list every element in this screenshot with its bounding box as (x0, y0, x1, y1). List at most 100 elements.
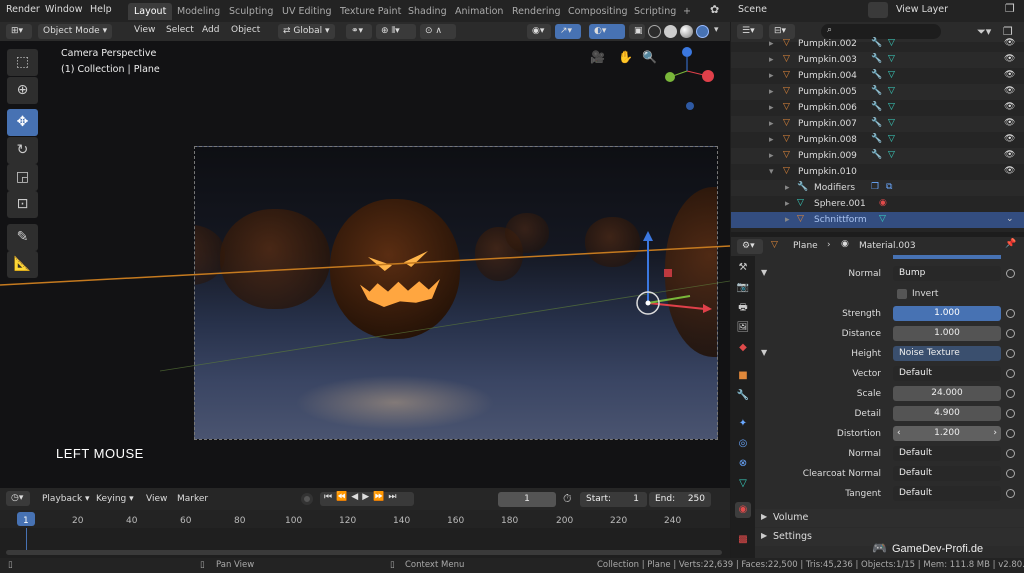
outliner-row-pumpkin-006[interactable]: ▸ ▽ Pumpkin.006 🔧 ▽ 👁 (731, 100, 1024, 116)
tab-uv-editing[interactable]: UV Editing (276, 3, 338, 20)
solid-shading-icon[interactable] (664, 25, 677, 38)
timeline-scrollbar[interactable] (6, 550, 722, 555)
menu-help[interactable]: Help (90, 4, 112, 15)
tab-modeling[interactable]: Modeling (171, 3, 226, 20)
constraints-tab-icon[interactable]: ⊗ (735, 456, 751, 472)
visibility-eye-icon[interactable]: 👁 (1004, 38, 1015, 48)
rotate-tool-icon[interactable]: ↻ (7, 137, 38, 164)
expand-icon[interactable]: ▸ (769, 119, 774, 129)
mesh-data-icon[interactable]: ▽ (888, 102, 895, 112)
socket-dot[interactable] (1006, 309, 1015, 318)
record-icon[interactable] (301, 493, 313, 505)
pin-icon[interactable]: 📌 (1005, 239, 1016, 249)
stopwatch-icon[interactable]: ⏱ (563, 492, 572, 506)
clearcoat-normal-input[interactable]: Default (893, 466, 1001, 481)
expand-icon[interactable]: ▸ (769, 87, 774, 97)
move-tool-icon[interactable]: ✥ (7, 109, 38, 136)
modifier-icon[interactable]: 🔧 (871, 118, 882, 128)
gizmo-y-arrow[interactable] (647, 295, 691, 304)
mesh-data-icon[interactable]: ▽ (888, 38, 895, 48)
normal-socket-input[interactable]: Default (893, 446, 1001, 461)
editor-type-icon[interactable]: ⊞▾ (6, 24, 32, 39)
scene-selector[interactable]: Scene (738, 4, 767, 15)
mesh-data-icon[interactable]: ▽ (888, 134, 895, 144)
shading-options-icon[interactable]: ▾ (714, 25, 719, 35)
overlay-icon[interactable]: ◐▾ (589, 24, 625, 39)
playback-menu[interactable]: Playback ▾ (42, 494, 90, 504)
pivot-icon[interactable]: ⚭▾ (346, 24, 372, 39)
vector-input[interactable]: Default (893, 366, 1001, 381)
texture-tab-icon[interactable]: ▩ (735, 532, 751, 548)
outliner-row-pumpkin-002[interactable]: ▸ ▽ Pumpkin.002 🔧 ▽ 👁 (731, 36, 1024, 52)
expand-icon[interactable]: ▸ (785, 215, 790, 225)
gizmo-icon[interactable]: ↗▾ (555, 24, 581, 39)
tangent-input[interactable]: Default (893, 486, 1001, 501)
visibility-eye-icon[interactable]: 👁 (1004, 166, 1015, 176)
visibility-eye-icon[interactable]: 👁 (1004, 54, 1015, 64)
orientation-dropdown[interactable]: ⇄ Global ▾ (278, 24, 335, 39)
menu-add[interactable]: Add (202, 25, 219, 35)
timeline-editor-icon[interactable]: ◷▾ (6, 491, 30, 506)
wireframe-shading-icon[interactable] (648, 25, 661, 38)
new-view-layer-icon[interactable]: ❐ (1005, 2, 1015, 15)
socket-dot[interactable] (1006, 449, 1015, 458)
properties-editor-icon[interactable]: ⚙▾ (737, 239, 763, 254)
boolean-modifier-icon[interactable]: ⧉ (886, 182, 892, 192)
outliner-row-pumpkin-003[interactable]: ▸ ▽ Pumpkin.003 🔧 ▽ 👁 (731, 52, 1024, 68)
tab-rendering[interactable]: Rendering (506, 3, 567, 20)
normal-input[interactable]: Bump (893, 266, 1001, 281)
outliner[interactable]: ▸ ▽ Pumpkin.002 🔧 ▽ 👁 ▸ ▽ Pumpkin.003 🔧 ▽ 👁 ▸ ▽ Pump… (731, 38, 1024, 232)
expand-icon[interactable]: ▸ (769, 135, 774, 145)
view-layer-selector[interactable]: View Layer (896, 4, 948, 15)
socket-dot[interactable] (1006, 409, 1015, 418)
socket-dot[interactable] (1006, 329, 1015, 338)
outliner-row-pumpkin-007[interactable]: ▸ ▽ Pumpkin.007 🔧 ▽ 👁 (731, 116, 1024, 132)
expand-icon[interactable]: ▸ (769, 103, 774, 113)
cursor-tool-icon[interactable]: ⊕ (7, 77, 38, 104)
mesh-data-icon[interactable]: ▽ (888, 70, 895, 80)
view-layer-tab-icon[interactable]: 🖼 (735, 320, 751, 336)
playback-controls[interactable]: ⏮⏪◀▶⏩⏭ (320, 492, 414, 506)
menu-render[interactable]: Render (6, 4, 40, 15)
gizmo-x-arrowhead[interactable] (703, 304, 712, 313)
tab-sculpting[interactable]: Sculpting (223, 3, 279, 20)
nav-gizmo-z[interactable] (682, 47, 692, 57)
visibility-eye-icon[interactable]: 👁 (1004, 118, 1015, 128)
socket-dot[interactable] (1006, 469, 1015, 478)
distance-input[interactable]: 1.000 (893, 326, 1001, 341)
render-tab-icon[interactable]: 📷 (735, 280, 751, 296)
tab-shading[interactable]: Shading (402, 3, 453, 20)
socket-dot[interactable] (1006, 389, 1015, 398)
measure-tool-icon[interactable]: 📐 (7, 251, 38, 278)
object-mode-dropdown[interactable]: Object Mode ▾ (38, 24, 113, 39)
outliner-row-pumpkin-004[interactable]: ▸ ▽ Pumpkin.004 🔧 ▽ 👁 (731, 68, 1024, 84)
modifier-icon[interactable]: 🔧 (871, 134, 882, 144)
object-tab-icon[interactable]: ■ (735, 368, 751, 384)
visibility-icon[interactable]: ◉▾ (527, 24, 551, 39)
socket-dot[interactable] (1006, 369, 1015, 378)
output-tab-icon[interactable]: 🖶 (735, 300, 751, 316)
socket-dot[interactable] (1006, 349, 1015, 358)
decrement-icon[interactable]: ‹ (897, 426, 901, 441)
keying-menu[interactable]: Keying ▾ (96, 494, 134, 504)
timeline-view-menu[interactable]: View (146, 494, 167, 504)
material-tab-icon[interactable]: ◉ (735, 502, 751, 518)
snap-icon[interactable]: ⊕ ⫴▾ (376, 24, 416, 39)
menu-object[interactable]: Object (231, 25, 260, 35)
physics-tab-icon[interactable]: ◎ (735, 436, 751, 452)
socket-dot[interactable] (1006, 429, 1015, 438)
end-frame-field[interactable]: End: 250 (649, 492, 711, 507)
material-shading-icon[interactable] (680, 25, 693, 38)
expand-icon[interactable]: ▸ (769, 39, 774, 49)
volume-panel-header[interactable]: ▶ Volume (755, 509, 1024, 527)
outliner-row-modifiers[interactable]: ▸ 🔧 Modifiers ❐ ⧉ (731, 180, 1024, 196)
visibility-eye-icon[interactable]: 👁 (1004, 150, 1015, 160)
timeline-area[interactable]: 1 20 40 60 80 100 120 140 160 180 200 22… (0, 510, 730, 558)
invert-checkbox[interactable] (897, 289, 907, 299)
start-frame-field[interactable]: Start: 1 (580, 492, 647, 507)
select-box-tool-icon[interactable]: ⬚ (7, 49, 38, 76)
outliner-row-schnittform[interactable]: ▸ ▽ Schnittform ▽ ⌄ (731, 212, 1024, 228)
data-tab-icon[interactable]: ▽ (735, 476, 751, 492)
tab-compositing[interactable]: Compositing (562, 3, 634, 20)
modifier-icon[interactable]: 🔧 (871, 70, 882, 80)
